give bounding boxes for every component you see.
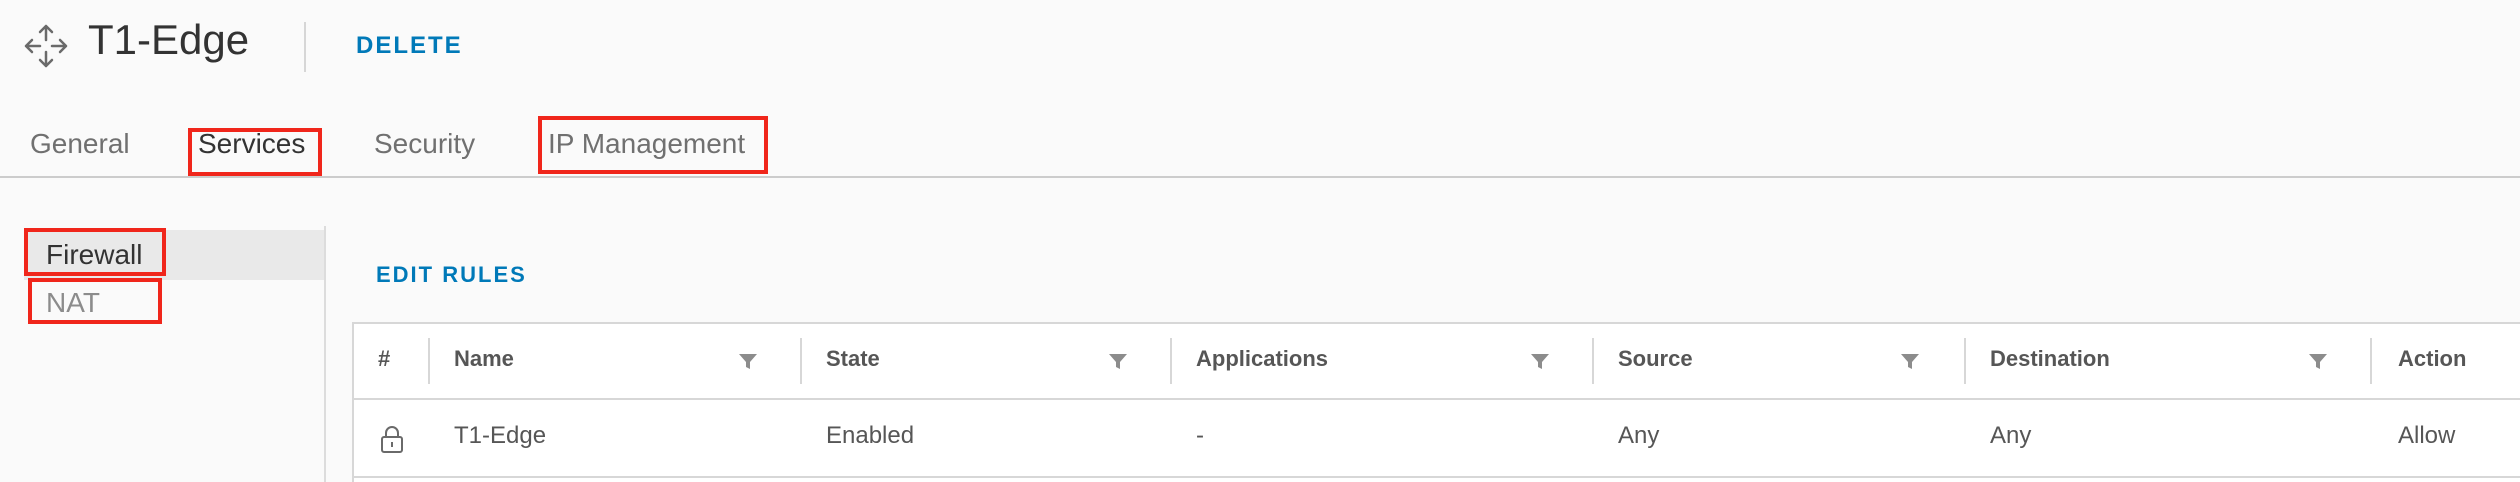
column-header-source: Source bbox=[1618, 346, 1693, 371]
grid-header: # Name State Applications Source Destina… bbox=[354, 324, 2520, 400]
firewall-rules-grid: # Name State Applications Source Destina… bbox=[352, 322, 2520, 482]
delete-button[interactable]: DELETE bbox=[356, 32, 463, 60]
sidenav-item-nat[interactable]: NAT bbox=[24, 278, 324, 328]
tab-services[interactable]: Services bbox=[198, 128, 305, 160]
column-header-action: Action bbox=[2398, 346, 2467, 371]
tab-general[interactable]: General bbox=[30, 128, 130, 160]
table-row[interactable]: T1-Edge Enabled - Any Any Allow bbox=[354, 400, 2520, 478]
filter-icon[interactable] bbox=[2308, 352, 2328, 372]
column-header-state: State bbox=[826, 346, 880, 371]
column-separator[interactable] bbox=[1592, 338, 1594, 384]
sidenav-item-label: NAT bbox=[46, 287, 100, 318]
filter-icon[interactable] bbox=[738, 352, 758, 372]
lock-icon bbox=[381, 426, 403, 453]
edit-rules-button[interactable]: EDIT RULES bbox=[376, 262, 527, 288]
tab-ip-management[interactable]: IP Management bbox=[548, 128, 745, 160]
column-header-applications: Applications bbox=[1196, 346, 1329, 371]
column-separator[interactable] bbox=[800, 338, 802, 384]
cell-source: Any bbox=[1618, 422, 1660, 449]
column-header-number: # bbox=[378, 346, 391, 371]
column-separator[interactable] bbox=[1170, 338, 1172, 384]
tab-bar: General Services Security IP Management bbox=[0, 110, 2520, 178]
cell-state: Enabled bbox=[826, 422, 915, 449]
page-header: T1-Edge DELETE bbox=[0, 0, 2520, 90]
column-header-name: Name bbox=[454, 346, 514, 371]
column-separator[interactable] bbox=[2370, 338, 2372, 384]
filter-icon[interactable] bbox=[1108, 352, 1128, 372]
column-separator[interactable] bbox=[428, 338, 430, 384]
filter-icon[interactable] bbox=[1900, 352, 1920, 372]
header-divider bbox=[304, 22, 306, 72]
sidenav-divider bbox=[324, 226, 326, 482]
cell-action: Allow bbox=[2398, 422, 2456, 449]
cell-applications: - bbox=[1196, 422, 1204, 449]
cell-name: T1-Edge bbox=[454, 422, 547, 449]
column-separator[interactable] bbox=[1964, 338, 1966, 384]
cell-destination: Any bbox=[1990, 422, 2032, 449]
tab-security[interactable]: Security bbox=[374, 128, 475, 160]
move-arrows-icon bbox=[24, 24, 68, 68]
page-title: T1-Edge bbox=[88, 16, 250, 63]
sidenav-item-label: Firewall bbox=[46, 239, 143, 270]
filter-icon[interactable] bbox=[1530, 352, 1550, 372]
column-header-destination: Destination bbox=[1990, 346, 2110, 371]
sidenav-item-firewall[interactable]: Firewall bbox=[24, 230, 324, 280]
